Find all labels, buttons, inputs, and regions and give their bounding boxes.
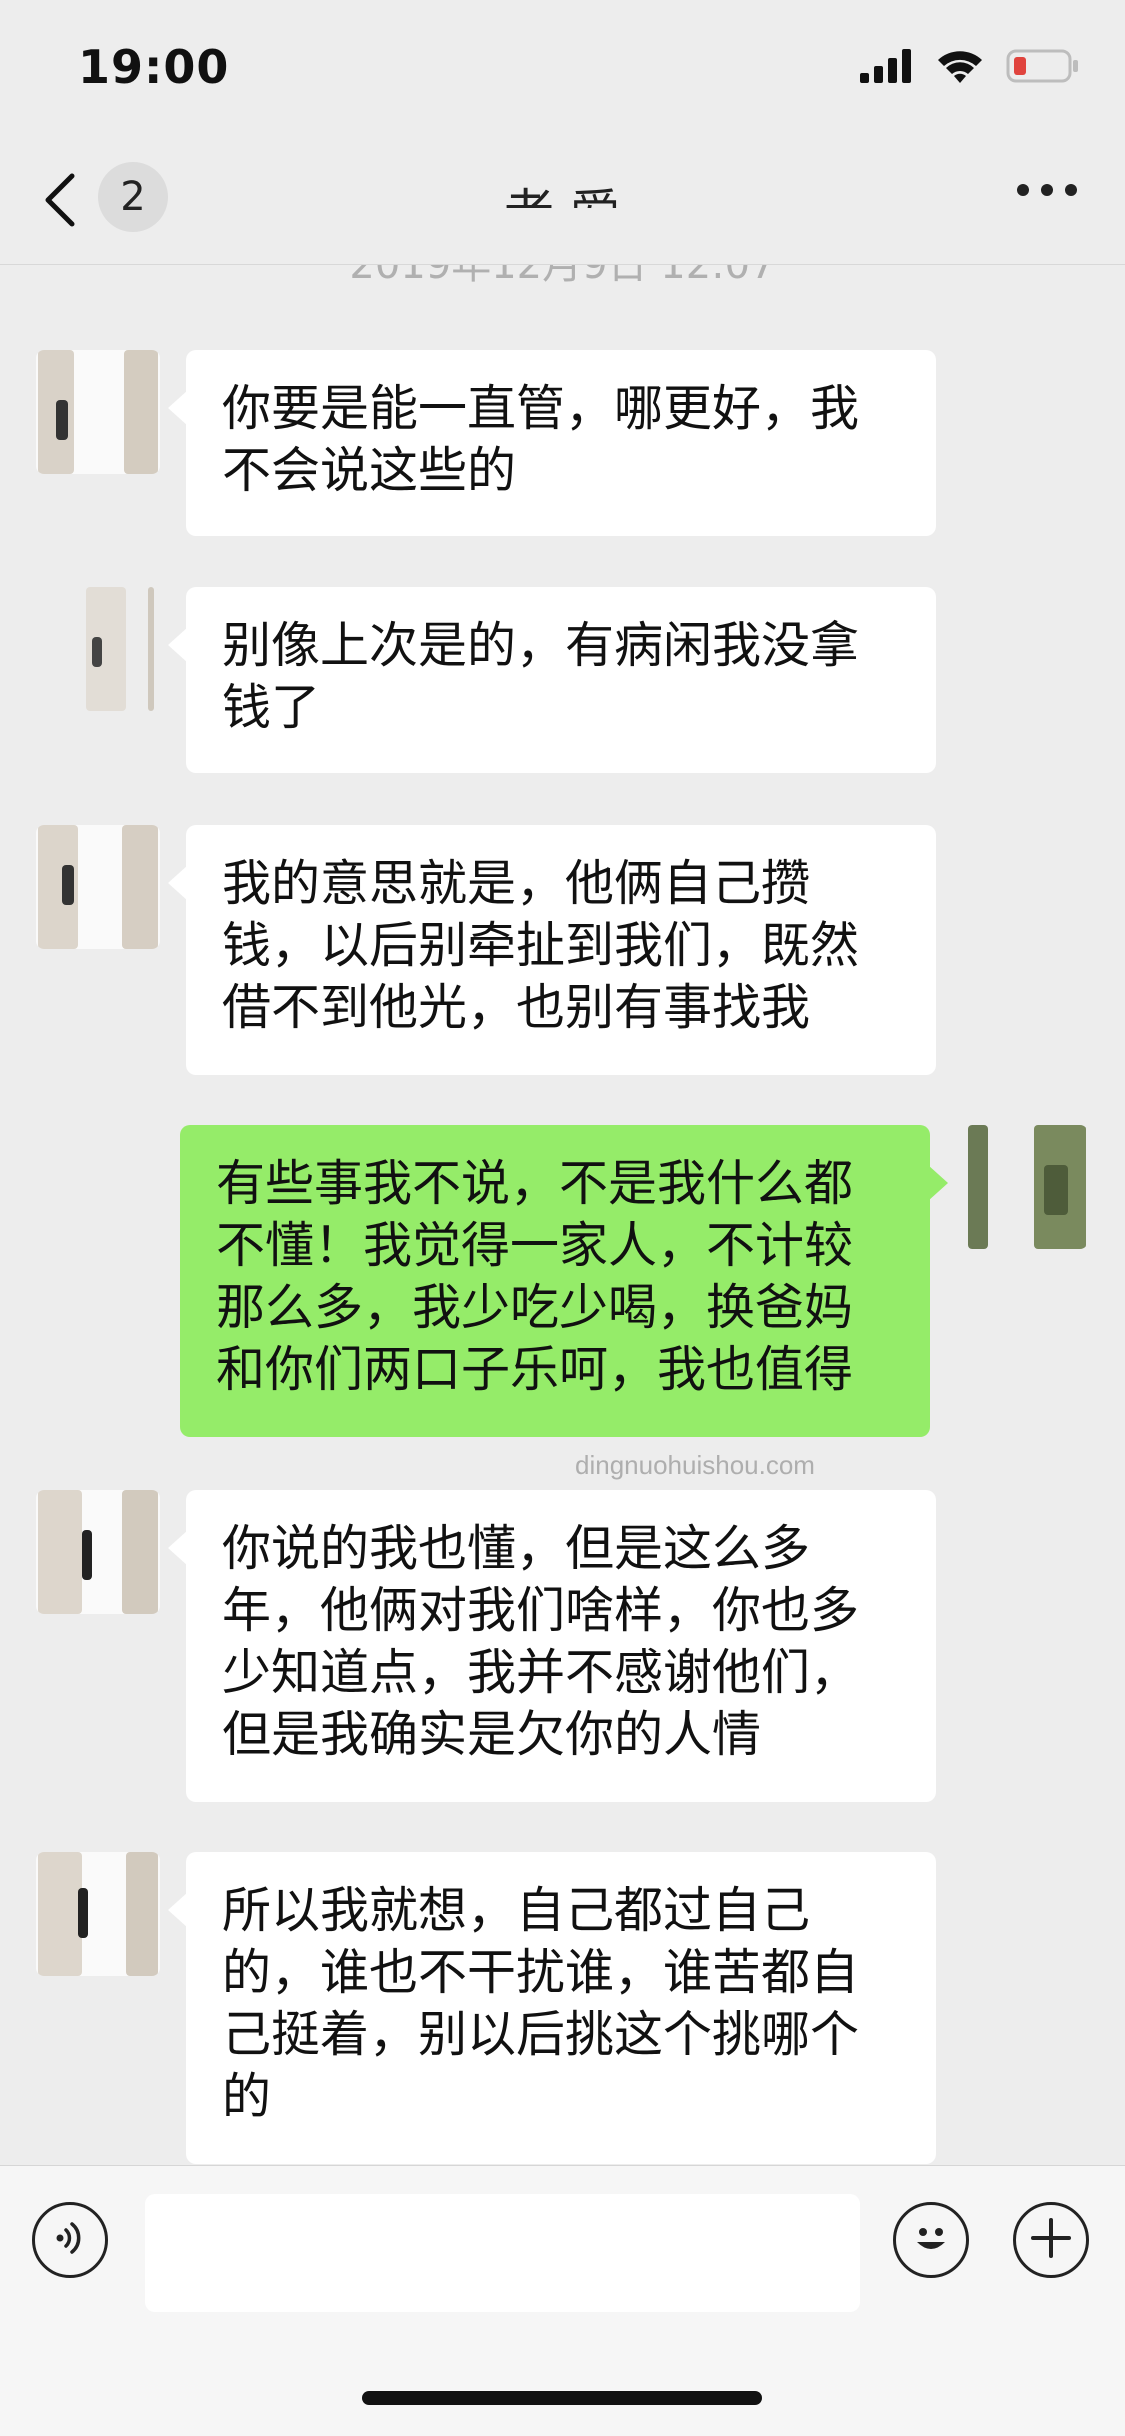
status-icons: [860, 48, 1080, 88]
message-bubble-incoming[interactable]: 你要是能一直管，哪更好，我不会说这些的: [168, 350, 936, 536]
wifi-icon: [936, 48, 984, 88]
message-text: 别像上次是的，有病闲我没拿钱了: [222, 617, 860, 736]
message-bubble-incoming[interactable]: 别像上次是的，有病闲我没拿钱了: [168, 587, 936, 773]
input-bar: [0, 2165, 1125, 2326]
home-area: [0, 2325, 1125, 2436]
battery-low-icon: [1006, 48, 1080, 88]
contact-avatar[interactable]: [36, 350, 160, 474]
status-bar: 19:00: [0, 0, 1125, 140]
message-input[interactable]: [145, 2194, 860, 2312]
back-button[interactable]: [42, 170, 102, 234]
contact-avatar[interactable]: [36, 1490, 160, 1614]
nav-bar: 2 老 爱: [0, 140, 1125, 265]
message-bubble-incoming[interactable]: 所以我就想，自己都过自己的，谁也不干扰谁，谁苦都自己挺着，别以后挑这个挑哪个的: [168, 1852, 936, 2164]
more-dots-icon: [1017, 184, 1029, 196]
message-text: 有些事我不说，不是我什么都不懂！我觉得一家人，不计较那么多，我少吃少喝，换爸妈和…: [216, 1155, 854, 1398]
chevron-left-icon: [42, 172, 78, 232]
signal-icon: [860, 49, 914, 87]
voice-icon: [50, 2218, 90, 2262]
user-avatar[interactable]: [964, 1125, 1088, 1249]
plus-icon: [1029, 2216, 1073, 2264]
more-dot: [1065, 184, 1077, 196]
message-bubble-incoming[interactable]: 你说的我也懂，但是这么多年，他俩对我们啥样，你也多少知道点，我并不感谢他们，但是…: [168, 1490, 936, 1802]
message-text: 我的意思就是，他俩自己攒钱，以后别牵扯到我们，既然借不到他光，也别有事找我: [222, 855, 860, 1036]
plus-button[interactable]: [1013, 2202, 1089, 2278]
more-dot: [1041, 184, 1053, 196]
message-timestamp: 2019年12月9日 12:07: [0, 265, 1125, 287]
message-text: 所以我就想，自己都过自己的，谁也不干扰谁，谁苦都自己挺着，别以后挑这个挑哪个的: [222, 1882, 860, 2125]
message-bubble-incoming[interactable]: 我的意思就是，他俩自己攒钱，以后别牵扯到我们，既然借不到他光，也别有事找我: [168, 825, 936, 1075]
message-bubble-outgoing[interactable]: 有些事我不说，不是我什么都不懂！我觉得一家人，不计较那么多，我少吃少喝，换爸妈和…: [180, 1125, 948, 1437]
message-text: 你要是能一直管，哪更好，我不会说这些的: [222, 380, 860, 499]
status-time: 19:00: [78, 40, 230, 94]
contact-avatar[interactable]: [36, 587, 160, 711]
more-options-button[interactable]: [1017, 184, 1077, 196]
home-indicator[interactable]: [362, 2391, 762, 2405]
chat-area[interactable]: 2019年12月9日 12:07 你要是能一直管，哪更好，我不会说这些的 别像上…: [0, 265, 1125, 2165]
emoji-icon: [905, 2212, 957, 2268]
emoji-button[interactable]: [893, 2202, 969, 2278]
message-text: 你说的我也懂，但是这么多年，他俩对我们啥样，你也多少知道点，我并不感谢他们，但是…: [222, 1520, 860, 1763]
contact-avatar[interactable]: [36, 1852, 160, 1976]
contact-avatar[interactable]: [36, 825, 160, 949]
unread-badge: 2: [98, 162, 168, 232]
voice-button[interactable]: [32, 2202, 108, 2278]
watermark-text: dingnuohuishou.com: [575, 1450, 815, 1480]
chat-title: 老 爱: [312, 148, 812, 208]
